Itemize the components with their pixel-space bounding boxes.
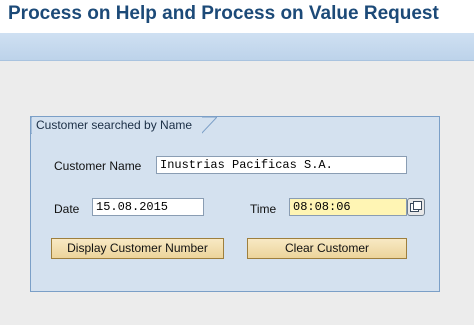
value-help-glyph-icon [410,201,422,212]
display-customer-number-button[interactable]: Display Customer Number [51,238,224,259]
page-title: Process on Help and Process on Value Req… [8,3,439,24]
title-bar: Process on Help and Process on Value Req… [0,0,474,33]
time-label: Time [250,202,277,216]
date-label: Date [54,202,80,216]
groupbox-title: Customer searched by Name [32,117,202,134]
time-field[interactable]: 08:08:06 [289,198,407,216]
customer-name-field[interactable]: Inustrias Pacificas S.A. [156,156,407,174]
application-toolbar [0,33,474,61]
customer-name-label: Customer Name [54,159,142,173]
value-help-icon[interactable] [407,198,425,216]
clear-customer-button[interactable]: Clear Customer [247,238,407,259]
date-field[interactable]: 15.08.2015 [92,198,204,216]
